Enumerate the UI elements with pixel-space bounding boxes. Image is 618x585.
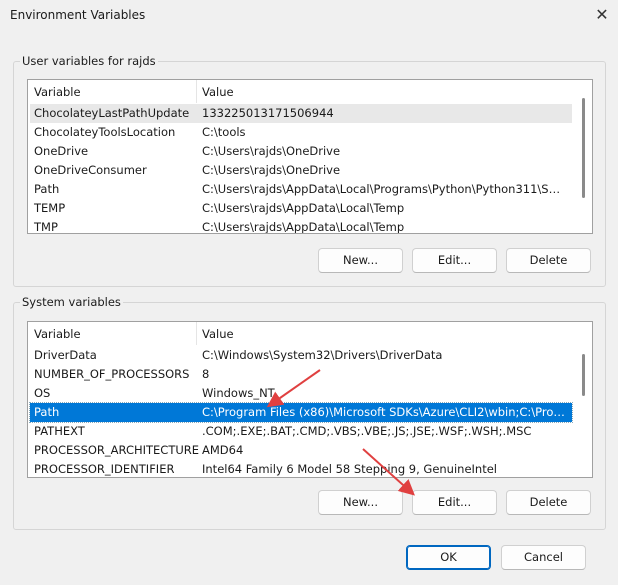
arrow-to-edit-button (362, 448, 415, 496)
arrow-to-path-row (266, 369, 321, 408)
annotation-arrows (266, 369, 415, 496)
